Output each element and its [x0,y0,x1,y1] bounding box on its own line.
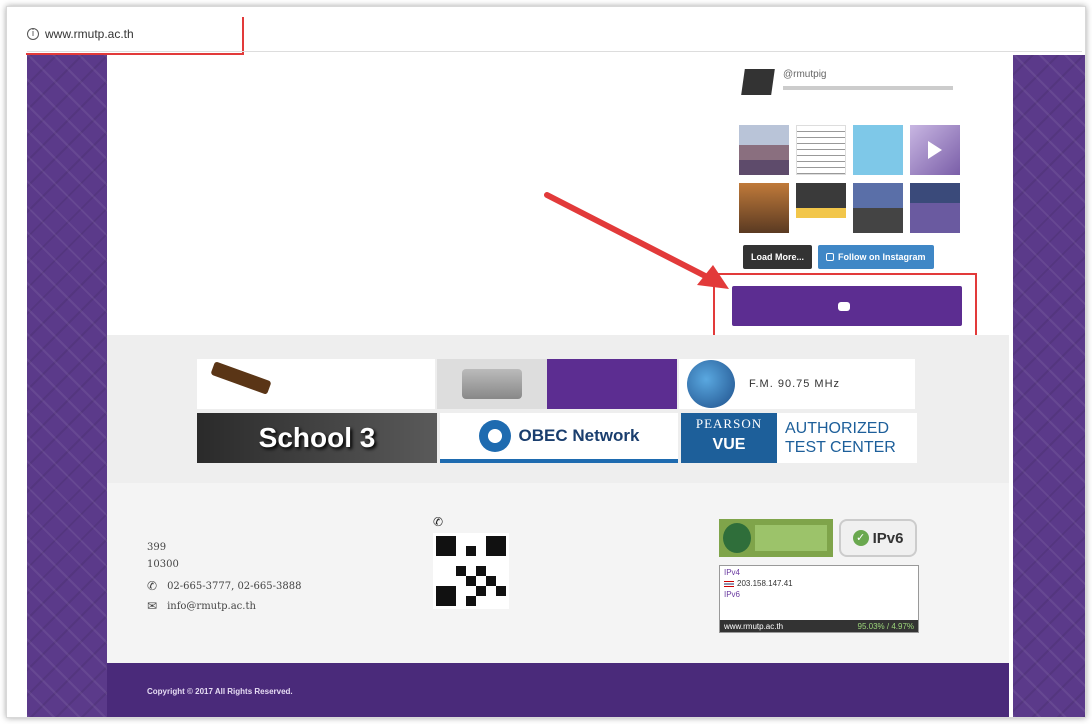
copyright-text: Copyright © 2017 All Rights Reserved. [147,686,293,696]
instagram-bio [783,86,953,90]
headphones-globe-icon [687,360,735,408]
qr-code[interactable] [433,533,509,609]
recruitment-banner[interactable] [437,359,547,409]
instagram-post[interactable] [796,125,846,175]
ipv4-address: 203.158.147.41 [737,579,793,588]
page-content: @rmutpig Load More... Follow on Instagra… [107,55,1009,717]
phone-icon: ✆ [147,579,158,593]
background-pattern-left [27,55,109,717]
divider [27,51,1082,52]
instagram-post[interactable] [853,183,903,233]
footer-phone: ✆ 02-665-3777, 02-665-3888 [147,579,301,593]
instagram-handle[interactable]: @rmutpig [783,69,953,80]
ipv6-box-label: IPv6 [724,590,741,599]
url-highlight-box [26,17,244,55]
ipv6-ready-badge[interactable] [719,519,833,557]
load-more-button[interactable]: Load More... [743,245,813,269]
instagram-actions: Load More... Follow on Instagram [743,245,934,269]
obec-logo-icon [478,420,511,452]
footer-address-line2: 10300 [147,559,179,570]
school3-label: School 3 [258,422,376,453]
envelope-icon: ✉ [147,599,158,613]
copyright-bar: Copyright © 2017 All Rights Reserved. [107,663,1009,717]
procurement-banner[interactable] [197,359,435,409]
instagram-feed [739,125,960,233]
pearson-authorized: AUTHORIZED [785,420,889,437]
background-pattern-right [1013,55,1085,717]
recruitment-image [462,369,522,399]
check-icon: ✓ [852,530,869,546]
phone-numbers[interactable]: 02-665-3777, 02-665-3888 [167,581,301,592]
browser-frame: i www.rmutp.ac.th @rmutpig Load More... … [6,6,1086,718]
pearson-logo: PEARSON VUE [681,413,777,463]
radio-banner[interactable]: F.M. 90.75 MHz [679,359,915,409]
ip-address-widget: IPv4 203.158.147.41 IPv6 www.rmutp.ac.th… [719,565,919,633]
ip-stats: 95.03% / 4.97% [857,621,914,631]
flag-icon [724,580,734,587]
banner-section: F.M. 90.75 MHz School 3 OBEC Network PEA… [107,335,1009,483]
instagram-post[interactable] [910,183,960,233]
instagram-post[interactable] [853,125,903,175]
site-label: www.rmutp.ac.th [724,621,784,631]
follow-instagram-button[interactable]: Follow on Instagram [818,245,934,269]
play-icon [928,141,942,159]
gavel-icon [210,361,272,395]
ipv6-enabled-badge[interactable]: ✓ IPv6 [839,519,917,557]
phone-icon: ✆ [433,515,444,529]
radio-frequency: F.M. 90.75 MHz [749,378,841,390]
chat-icon [838,301,850,311]
instagram-icon [826,253,835,261]
footer-address: 399 [147,542,167,553]
complaint-button[interactable] [732,286,962,326]
ipv4-label: IPv4 [724,568,741,577]
annotation-arrow [544,192,729,289]
instagram-post[interactable] [796,183,846,233]
instagram-header: @rmutpig [741,69,953,95]
email-address[interactable]: info@rmutp.ac.th [167,601,256,612]
rmutp-logo [741,69,775,95]
pearson-test-center: TEST CENTER [785,439,896,456]
ipv6-badge-label: IPv6 [872,529,904,547]
footer-email: ✉ info@rmutp.ac.th [147,599,256,613]
footer: 399 10300 ✆ 02-665-3777, 02-665-3888 ✉ i… [107,483,1009,663]
phone-directory-link[interactable]: ✆ [433,515,448,529]
obec-label: OBEC Network [518,426,640,445]
school3-banner[interactable]: School 3 [197,413,437,463]
instagram-post[interactable] [910,125,960,175]
pearson-banner[interactable]: PEARSON VUE AUTHORIZED TEST CENTER [681,413,917,463]
recruitment-label-box[interactable] [547,359,677,409]
instagram-post[interactable] [739,183,789,233]
obec-banner[interactable]: OBEC Network [440,413,678,463]
instagram-post[interactable] [739,125,789,175]
